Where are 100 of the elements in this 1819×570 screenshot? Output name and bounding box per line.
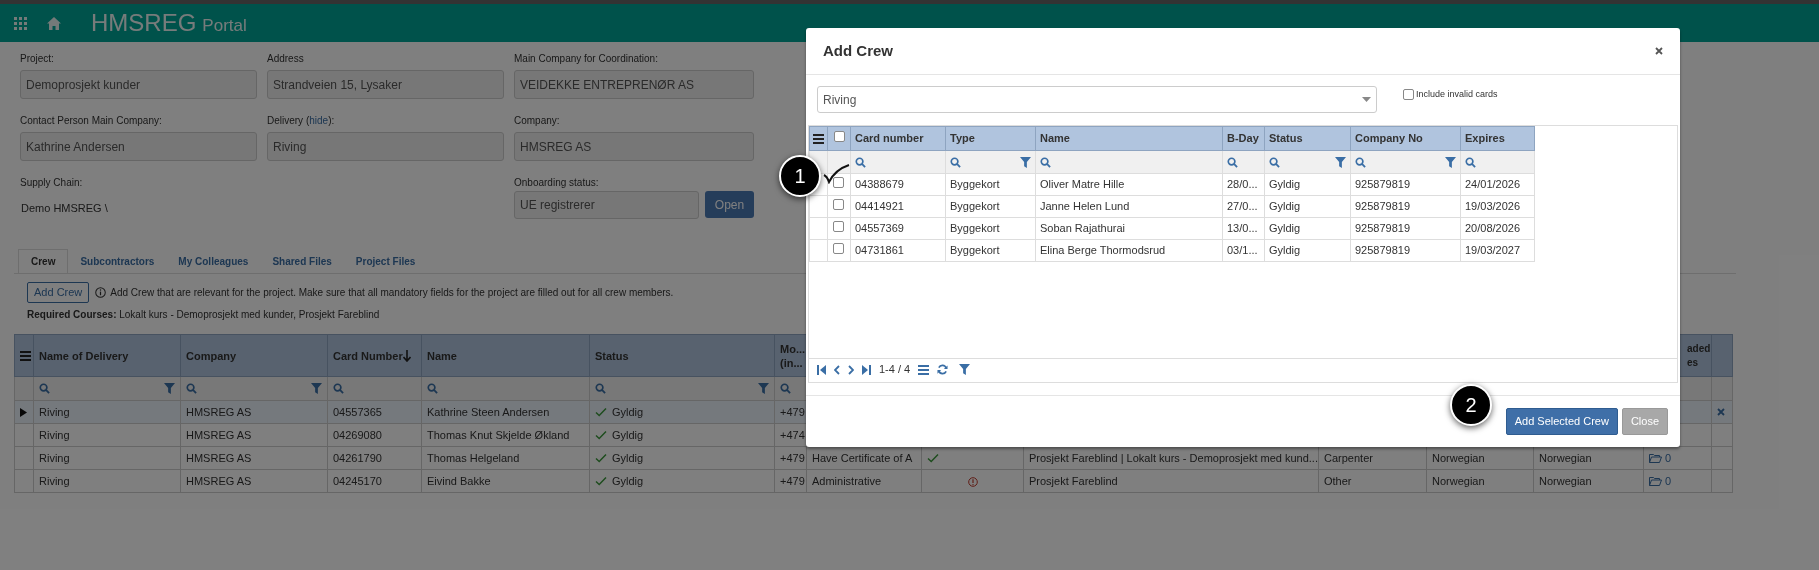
- input-field[interactable]: VEIDEKKE ENTREPRENØR AS: [514, 70, 754, 99]
- tab[interactable]: Project Files: [343, 249, 428, 273]
- field-label: Contact Person Main Company:: [20, 113, 162, 128]
- tab[interactable]: Crew: [18, 249, 69, 273]
- table-cell-text: Norwegian: [1432, 474, 1485, 487]
- table-cell: Elina Berge Thormodsrud: [1035, 239, 1223, 262]
- filter-icon[interactable]: [164, 383, 175, 394]
- add-selected-crew-button[interactable]: Add Selected Crew: [1505, 408, 1618, 435]
- file-count[interactable]: 0: [1665, 449, 1672, 467]
- column-header[interactable]: Status: [1264, 126, 1351, 151]
- apps-grid-icon[interactable]: [14, 16, 27, 30]
- file-count[interactable]: 0: [1665, 472, 1672, 490]
- row-pointer-icon: [20, 407, 27, 417]
- close-button[interactable]: Close: [1621, 408, 1668, 435]
- checkbox[interactable]: [833, 131, 845, 143]
- table-cell-text: 04245170: [333, 474, 382, 487]
- folder-icon[interactable]: [1649, 453, 1662, 463]
- search-icon[interactable]: [1040, 156, 1051, 168]
- filter-icon[interactable]: [1445, 156, 1456, 168]
- checkbox[interactable]: [833, 243, 844, 255]
- menu-icon[interactable]: [813, 133, 824, 144]
- search-icon[interactable]: [950, 156, 961, 168]
- table-cell: Gyldig: [1264, 173, 1351, 196]
- search-icon[interactable]: [39, 383, 50, 394]
- table-cell: Gyldig: [1264, 217, 1351, 240]
- table-cell: 19/03/2026: [1460, 195, 1535, 218]
- tab[interactable]: Subcontractors: [68, 249, 167, 273]
- table-cell: 04731861: [850, 239, 946, 262]
- menu-icon[interactable]: [918, 364, 930, 375]
- dialog-title: Add Crew: [823, 40, 893, 61]
- input-field[interactable]: HMSREG AS: [514, 132, 754, 161]
- home-icon[interactable]: [47, 16, 61, 30]
- table-cell: Soban Rajathurai: [1035, 217, 1223, 240]
- field-label: ):: [328, 113, 335, 128]
- table-cell-text: HMSREG AS: [186, 474, 252, 487]
- next-page-icon[interactable]: [848, 364, 854, 375]
- open-button[interactable]: Open: [705, 191, 754, 218]
- column-header[interactable]: Status: [595, 348, 629, 363]
- delivery-dropdown[interactable]: Riving: [817, 86, 1377, 113]
- input-field[interactable]: Demoprosjekt kunder: [20, 70, 257, 99]
- first-page-icon[interactable]: [817, 364, 826, 375]
- refresh-icon[interactable]: [937, 364, 949, 375]
- table-cell: Byggekort: [945, 173, 1036, 196]
- input-field[interactable]: Strandveien 15, Lysaker: [267, 70, 504, 99]
- filter-icon[interactable]: [1335, 156, 1346, 168]
- column-header[interactable]: Name: [1035, 126, 1223, 151]
- close-icon[interactable]: [1655, 47, 1663, 55]
- filter-icon[interactable]: [758, 383, 769, 394]
- search-icon[interactable]: [427, 383, 438, 394]
- table-cell-text: Carpenter: [1324, 451, 1373, 464]
- checkbox[interactable]: [833, 177, 844, 189]
- search-icon[interactable]: [333, 383, 344, 394]
- table-cell: 925879819: [1350, 217, 1461, 240]
- search-icon[interactable]: [1465, 156, 1476, 168]
- filter-icon[interactable]: [1020, 156, 1031, 168]
- table-cell-text: Have Certificate of A: [812, 451, 913, 464]
- column-header[interactable]: Card number: [850, 126, 946, 151]
- table-cell-text: HMSREG AS: [186, 405, 252, 418]
- input-field[interactable]: Riving: [267, 132, 504, 161]
- table-cell-text: Prosjekt Fareblind | Lokalt kurs - Demoprosjekt med kund...: [1029, 451, 1318, 464]
- tab[interactable]: My Colleagues: [166, 249, 261, 273]
- checkbox-label: Include invalid cards: [1416, 88, 1498, 101]
- status-text: Gyldig: [612, 473, 644, 489]
- checkbox[interactable]: [1403, 89, 1414, 101]
- check-icon: [595, 453, 607, 463]
- table-cell: 925879819: [1350, 239, 1461, 262]
- input-field[interactable]: UE registrerer: [514, 191, 699, 219]
- hide-link[interactable]: hide: [309, 112, 329, 128]
- search-icon[interactable]: [595, 383, 606, 394]
- tab[interactable]: Shared Files: [260, 249, 344, 273]
- search-icon[interactable]: [780, 383, 791, 394]
- column-header[interactable]: B-Day: [1222, 126, 1265, 151]
- search-icon[interactable]: [855, 156, 866, 168]
- table-row[interactable]: Riving HMSREG AS 04261790 Thomas Helgeland Gyldig +479 Have Certificate of A Prosjekt Fareblind | Lokalt kurs - Demoprosjekt med kund... Carpenter Norwegian Norwegian 0: [14, 446, 1733, 470]
- table-cell: 03/1...: [1222, 239, 1265, 262]
- add-crew-button[interactable]: Add Crew: [27, 282, 90, 303]
- column-header[interactable]: Expires: [1460, 126, 1535, 151]
- search-icon[interactable]: [1269, 156, 1280, 168]
- last-page-icon[interactable]: [862, 364, 871, 375]
- table-row[interactable]: Riving HMSREG AS 04245170 Eivind Bakke Gyldig +479 Administrative Prosjekt Fareblind Other Norwegian Norwegian 0: [14, 469, 1733, 493]
- table-cell-text: 04261790: [333, 451, 382, 464]
- checkbox[interactable]: [833, 199, 844, 211]
- previous-page-icon[interactable]: [834, 364, 840, 375]
- search-icon[interactable]: [1227, 156, 1238, 168]
- status-text: Gyldig: [612, 450, 644, 466]
- info-icon: [95, 287, 107, 298]
- column-header[interactable]: Type: [945, 126, 1036, 151]
- folder-icon[interactable]: [1649, 476, 1662, 486]
- input-field[interactable]: Kathrine Andersen: [20, 132, 257, 161]
- column-header[interactable]: Company: [186, 348, 237, 363]
- column-header[interactable]: Company No: [1350, 126, 1461, 151]
- table-cell-text: +474: [780, 428, 805, 441]
- table-cell: Janne Helen Lund: [1035, 195, 1223, 218]
- checkbox[interactable]: [833, 221, 844, 233]
- field-label: Onboarding status:: [514, 175, 599, 190]
- table-cell-text: Riving: [39, 451, 70, 464]
- filter-icon[interactable]: [311, 383, 322, 394]
- search-icon[interactable]: [1355, 156, 1366, 168]
- search-icon[interactable]: [186, 383, 197, 394]
- column-header[interactable]: Name: [427, 348, 457, 363]
